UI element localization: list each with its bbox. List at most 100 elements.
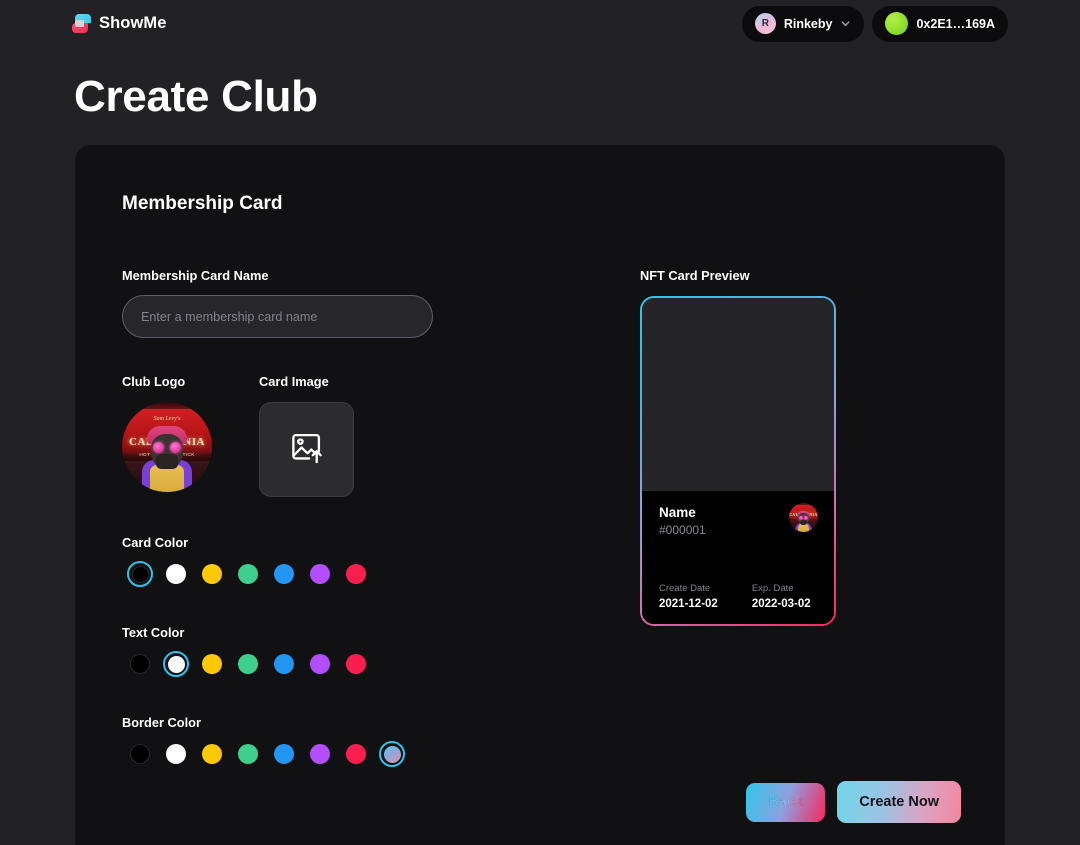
field-border-color: Border Color (122, 715, 572, 767)
nft-card-avatar: CALIFORNIA (789, 503, 818, 532)
swatch-dot (274, 654, 294, 674)
wallet-address-label: 0x2E1…169A (916, 16, 995, 31)
avatar-sign-script: Sam Levy's (153, 415, 181, 422)
wallet-address-button[interactable]: 0x2E1…169A (872, 5, 1008, 42)
swatch-white[interactable] (163, 741, 189, 767)
swatch-dot (202, 564, 222, 584)
card-color-swatches (122, 561, 572, 587)
swatch-dot (310, 564, 330, 584)
field-membership-card-name: Membership Card Name (122, 268, 572, 338)
swatch-gold[interactable] (199, 651, 225, 677)
label-card-color: Card Color (122, 535, 189, 550)
swatch-blue[interactable] (271, 561, 297, 587)
membership-card-name-input[interactable] (122, 295, 433, 338)
swatch-pink[interactable] (343, 741, 369, 767)
back-button[interactable]: Back (746, 782, 826, 822)
swatch-dot (310, 654, 330, 674)
card-image-upload-button[interactable] (259, 402, 354, 497)
network-selector[interactable]: R Rinkeby (741, 5, 865, 42)
swatch-dot (166, 564, 186, 584)
nft-preview-card: Name #000001 CALIFORNIA (640, 296, 836, 626)
swatch-gradient[interactable] (379, 741, 405, 767)
swatch-dot (202, 654, 222, 674)
nft-card-preview-section: NFT Card Preview Name #000001 CALIFORNIA (640, 268, 940, 626)
swatch-dot (131, 565, 149, 583)
swatch-dot (238, 744, 258, 764)
swatch-dot (166, 744, 186, 764)
swatch-dot (238, 564, 258, 584)
field-card-image: Card Image (259, 374, 354, 497)
image-upload-row: Club Logo Sam Levy's CALIFORNIA HOT DOG … (122, 374, 572, 497)
swatch-dot (202, 744, 222, 764)
swatch-white[interactable] (163, 561, 189, 587)
swatch-white[interactable] (163, 651, 189, 677)
nft-card-info-area: Name #000001 CALIFORNIA (642, 491, 834, 624)
label-card-image: Card Image (259, 374, 329, 389)
swatch-pink[interactable] (343, 651, 369, 677)
image-upload-icon (289, 430, 324, 470)
label-text-color: Text Color (122, 625, 185, 640)
label-border-color: Border Color (122, 715, 201, 730)
nft-create-date: Create Date 2021-12-02 (659, 583, 718, 610)
field-card-color: Card Color (122, 535, 572, 587)
brand-logo[interactable]: ShowMe (72, 14, 167, 33)
label-club-logo: Club Logo (122, 374, 186, 389)
create-club-panel: Membership Card Membership Card Name Clu… (75, 145, 1005, 845)
form-actions: Back Create Now (746, 781, 961, 823)
swatch-pink[interactable] (343, 561, 369, 587)
brand-name: ShowMe (99, 14, 167, 32)
swatch-green[interactable] (235, 651, 261, 677)
showme-logo-icon (72, 14, 91, 33)
swatch-dot (274, 744, 294, 764)
swatch-blue[interactable] (271, 741, 297, 767)
nft-exp-date: Exp. Date 2022-03-02 (752, 583, 811, 610)
swatch-purple[interactable] (307, 651, 333, 677)
swatch-gold[interactable] (199, 561, 225, 587)
swatch-dot (130, 744, 150, 764)
swatch-green[interactable] (235, 741, 261, 767)
text-color-swatches (122, 651, 572, 677)
club-logo-image[interactable]: Sam Levy's CALIFORNIA HOT DOG ON A STICK (122, 402, 212, 492)
chevron-down-icon (840, 18, 851, 29)
swatch-black[interactable] (127, 741, 153, 767)
swatch-dot (346, 654, 366, 674)
border-color-swatches (122, 741, 572, 767)
nft-exp-date-value: 2022-03-02 (751, 598, 811, 610)
swatch-dot (346, 744, 366, 764)
label-membership-card-name: Membership Card Name (122, 268, 269, 283)
nav-right-group: R Rinkeby 0x2E1…169A (741, 5, 1008, 42)
nft-card-image-area (642, 298, 834, 491)
swatch-purple[interactable] (307, 561, 333, 587)
network-avatar: R (754, 13, 776, 34)
nft-create-date-label: Create Date (659, 583, 711, 594)
swatch-purple[interactable] (307, 741, 333, 767)
label-nft-card-preview: NFT Card Preview (640, 268, 750, 283)
swatch-dot (274, 564, 294, 584)
page-title: Create Club (74, 72, 318, 121)
swatch-dot (383, 745, 401, 763)
swatch-dot (167, 655, 185, 673)
nft-card-dates: Create Date 2021-12-02 Exp. Date 2022-03… (659, 583, 818, 610)
network-label: Rinkeby (783, 16, 833, 31)
section-title-membership-card: Membership Card (122, 193, 283, 214)
membership-card-form: Membership Card Name Club Logo Sam Levy'… (122, 268, 572, 767)
swatch-blue[interactable] (271, 651, 297, 677)
swatch-dot (310, 744, 330, 764)
swatch-green[interactable] (235, 561, 261, 587)
nft-create-date-value: 2021-12-02 (659, 598, 718, 610)
avatar-gas-mask (156, 454, 178, 470)
swatch-black[interactable] (127, 561, 153, 587)
swatch-dot (130, 654, 150, 674)
field-text-color: Text Color (122, 625, 572, 677)
top-navigation-bar: ShowMe R Rinkeby 0x2E1…169A (0, 0, 1080, 47)
swatch-dot (238, 654, 258, 674)
nft-exp-date-label: Exp. Date (751, 583, 794, 594)
back-button-label: Back (768, 794, 804, 810)
swatch-dot (346, 564, 366, 584)
wallet-status-dot (885, 12, 909, 35)
swatch-black[interactable] (127, 651, 153, 677)
field-club-logo: Club Logo Sam Levy's CALIFORNIA HOT DOG … (122, 374, 212, 497)
create-now-button[interactable]: Create Now (837, 781, 961, 823)
avatar-vest (149, 465, 185, 492)
swatch-gold[interactable] (199, 741, 225, 767)
